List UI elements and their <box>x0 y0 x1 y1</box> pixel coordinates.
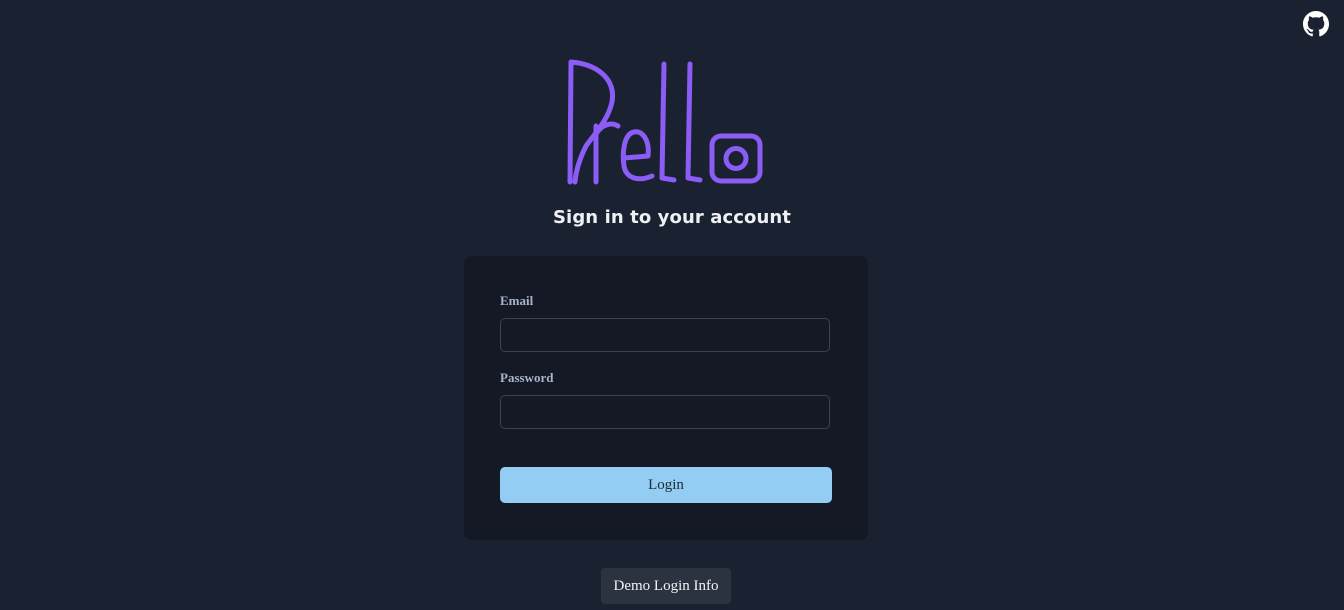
prello-logo <box>566 58 766 186</box>
login-button[interactable]: Login <box>500 467 832 503</box>
password-label: Password <box>500 370 554 385</box>
demo-login-info-button[interactable]: Demo Login Info <box>601 568 731 604</box>
github-icon <box>1303 11 1329 37</box>
email-label: Email <box>500 293 534 308</box>
email-input[interactable] <box>500 318 830 352</box>
github-link[interactable] <box>1303 11 1329 37</box>
password-input[interactable] <box>500 395 830 429</box>
login-card: Email Password Login <box>464 256 868 540</box>
page-title: Sign in to your account <box>552 207 792 228</box>
